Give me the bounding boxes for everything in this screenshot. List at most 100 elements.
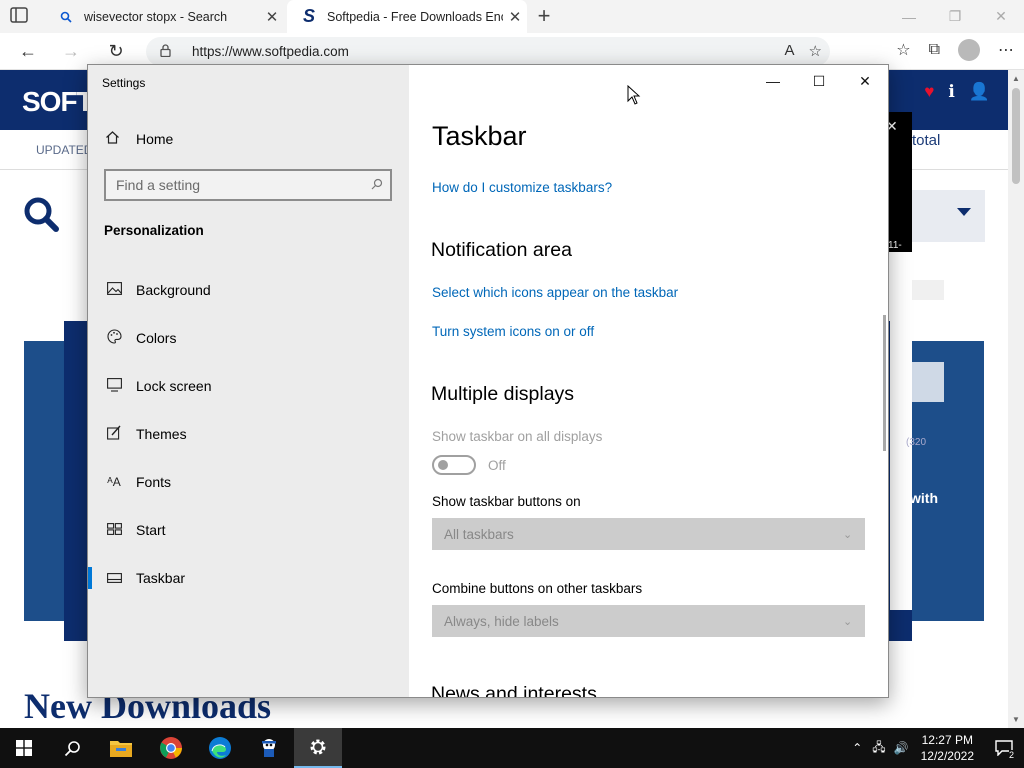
collections-icon[interactable]: ⧉ bbox=[929, 41, 940, 59]
help-link[interactable]: How do I customize taskbars? bbox=[432, 180, 612, 195]
tab-softpedia[interactable]: S Softpedia - Free Downloads Enc ✕ bbox=[287, 0, 527, 33]
system-icons-link[interactable]: Turn system icons on or off bbox=[432, 324, 594, 339]
nav-item-label: Lock screen bbox=[136, 378, 212, 394]
edge-icon bbox=[209, 737, 231, 759]
home-icon bbox=[105, 130, 125, 149]
show-all-displays-toggle[interactable] bbox=[432, 455, 476, 475]
clock-time: 12:27 PM bbox=[921, 733, 973, 747]
clock[interactable]: 12:27 PM 12/2/2022 bbox=[921, 732, 974, 764]
forward-arrow-icon[interactable]: → bbox=[57, 38, 85, 64]
file-explorer-icon bbox=[110, 741, 132, 757]
mouse-cursor-icon bbox=[627, 84, 641, 105]
back-arrow-icon[interactable]: ← bbox=[14, 38, 42, 64]
close-tab-icon[interactable]: ✕ bbox=[260, 8, 284, 26]
chrome-button[interactable] bbox=[147, 728, 195, 768]
settings-taskbar-button[interactable] bbox=[294, 728, 342, 768]
find-setting-input[interactable]: Find a setting bbox=[104, 169, 392, 201]
search-icon bbox=[58, 9, 74, 25]
select-icons-link[interactable]: Select which icons appear on the taskbar bbox=[432, 285, 678, 300]
faint-label: (320 bbox=[906, 437, 927, 448]
browser-tab-strip: wisevector stopx - Search ✕ S Softpedia … bbox=[0, 0, 1024, 33]
chevron-up-icon[interactable]: ⌃ bbox=[852, 741, 862, 755]
minimize-icon[interactable]: — bbox=[750, 65, 796, 97]
taskbar-search-button[interactable] bbox=[48, 728, 96, 768]
edge-button[interactable] bbox=[196, 728, 244, 768]
settings-icon bbox=[310, 739, 326, 755]
select-value: Always, hide labels bbox=[444, 613, 559, 629]
show-all-displays-label: Show taskbar on all displays bbox=[432, 429, 603, 444]
nav-item-label: Taskbar bbox=[136, 570, 186, 586]
show-buttons-on-select[interactable]: All taskbars ⌄ bbox=[432, 518, 865, 550]
settings-sidebar: Settings Home Find a setting Personaliza… bbox=[88, 65, 409, 697]
close-tab-icon[interactable]: ✕ bbox=[503, 8, 527, 26]
network-icon[interactable]: 🖧 bbox=[872, 738, 885, 759]
file-explorer-button[interactable] bbox=[97, 728, 145, 768]
search-icon[interactable] bbox=[22, 195, 62, 235]
chevron-down-icon: ⌄ bbox=[843, 615, 853, 628]
favorites-icon[interactable]: ☆ bbox=[896, 40, 910, 60]
tab-title: wisevector stopx - Search bbox=[84, 9, 228, 24]
profile-avatar[interactable] bbox=[958, 39, 980, 61]
notification-count: 2 bbox=[1008, 750, 1014, 760]
page-scrollbar[interactable]: ▲ ▼ bbox=[1008, 70, 1024, 728]
nav-item-label: Colors bbox=[136, 330, 177, 346]
minimize-icon[interactable]: — bbox=[886, 0, 932, 33]
softpedia-logo[interactable]: SOFT bbox=[22, 86, 94, 118]
volume-icon[interactable]: 🔊 bbox=[894, 741, 909, 755]
nav-item-fonts[interactable]: ᴬA Fonts bbox=[88, 458, 409, 506]
tab-title: Softpedia - Free Downloads Enc bbox=[327, 9, 503, 24]
nav-item-start[interactable]: Start bbox=[88, 506, 409, 554]
nav-item-label: Start bbox=[136, 522, 166, 538]
nav-item-themes[interactable]: Themes bbox=[88, 410, 409, 458]
settings-scrollbar[interactable] bbox=[883, 315, 886, 451]
combine-buttons-select[interactable]: Always, hide labels ⌄ bbox=[432, 605, 865, 637]
image-icon bbox=[104, 282, 124, 298]
refresh-icon[interactable]: ↻ bbox=[102, 38, 130, 64]
new-tab-button[interactable]: + bbox=[533, 3, 555, 29]
tab-search[interactable]: wisevector stopx - Search ✕ bbox=[44, 0, 284, 33]
info-icon[interactable]: ℹ bbox=[948, 82, 954, 102]
multiple-displays-heading: Multiple displays bbox=[431, 383, 575, 405]
scroll-thumb[interactable] bbox=[1012, 88, 1020, 184]
nav-item-taskbar[interactable]: Taskbar bbox=[88, 554, 409, 602]
start-button[interactable] bbox=[0, 728, 48, 768]
add-favorite-icon[interactable]: ☆ bbox=[809, 42, 822, 60]
taskbar-icon bbox=[104, 570, 124, 586]
heart-icon[interactable]: ♥ bbox=[924, 82, 934, 102]
address-bar[interactable]: https://www.softpedia.com A ☆ bbox=[146, 37, 830, 66]
start-icon bbox=[16, 740, 32, 756]
app-button[interactable] bbox=[245, 728, 293, 768]
banner-text: with bbox=[910, 490, 938, 506]
scroll-up-icon[interactable]: ▲ bbox=[1012, 74, 1020, 83]
notification-area-heading: Notification area bbox=[431, 239, 572, 261]
nav-item-label: Background bbox=[136, 282, 211, 298]
maximize-icon[interactable]: ☐ bbox=[796, 65, 842, 97]
softpedia-logo-icon: S bbox=[302, 6, 315, 26]
restore-icon[interactable]: ❐ bbox=[932, 0, 978, 33]
close-icon[interactable]: ✕ bbox=[978, 0, 1024, 33]
home-nav-item[interactable]: Home bbox=[88, 122, 409, 156]
palette-icon bbox=[104, 329, 124, 347]
nav-item-lock-screen[interactable]: Lock screen bbox=[88, 362, 409, 410]
personalization-nav: Background Colors Lock screen Themes ᴬA … bbox=[88, 266, 409, 602]
tab-actions-icon[interactable] bbox=[10, 7, 30, 25]
clock-date: 12/2/2022 bbox=[920, 749, 974, 763]
start-grid-icon bbox=[104, 522, 124, 538]
section-label: Personalization bbox=[104, 223, 204, 238]
url-text[interactable]: https://www.softpedia.com bbox=[192, 44, 349, 59]
page-title: Taskbar bbox=[432, 121, 527, 151]
show-buttons-on-label: Show taskbar buttons on bbox=[432, 494, 581, 509]
select-value: All taskbars bbox=[444, 526, 514, 542]
close-icon[interactable]: ✕ bbox=[842, 65, 888, 97]
read-aloud-icon[interactable]: A bbox=[785, 42, 795, 60]
lock-icon[interactable] bbox=[160, 43, 180, 60]
nav-item-background[interactable]: Background bbox=[88, 266, 409, 314]
brush-icon bbox=[104, 425, 124, 443]
user-icon[interactable]: 👤 bbox=[969, 82, 990, 102]
nav-item-label: Fonts bbox=[136, 474, 172, 490]
action-center-button[interactable]: 2 bbox=[984, 728, 1024, 768]
scroll-down-icon[interactable]: ▼ bbox=[1012, 715, 1020, 724]
more-menu-icon[interactable]: ⋯ bbox=[998, 40, 1014, 60]
nav-item-colors[interactable]: Colors bbox=[88, 314, 409, 362]
search-icon bbox=[64, 740, 80, 756]
